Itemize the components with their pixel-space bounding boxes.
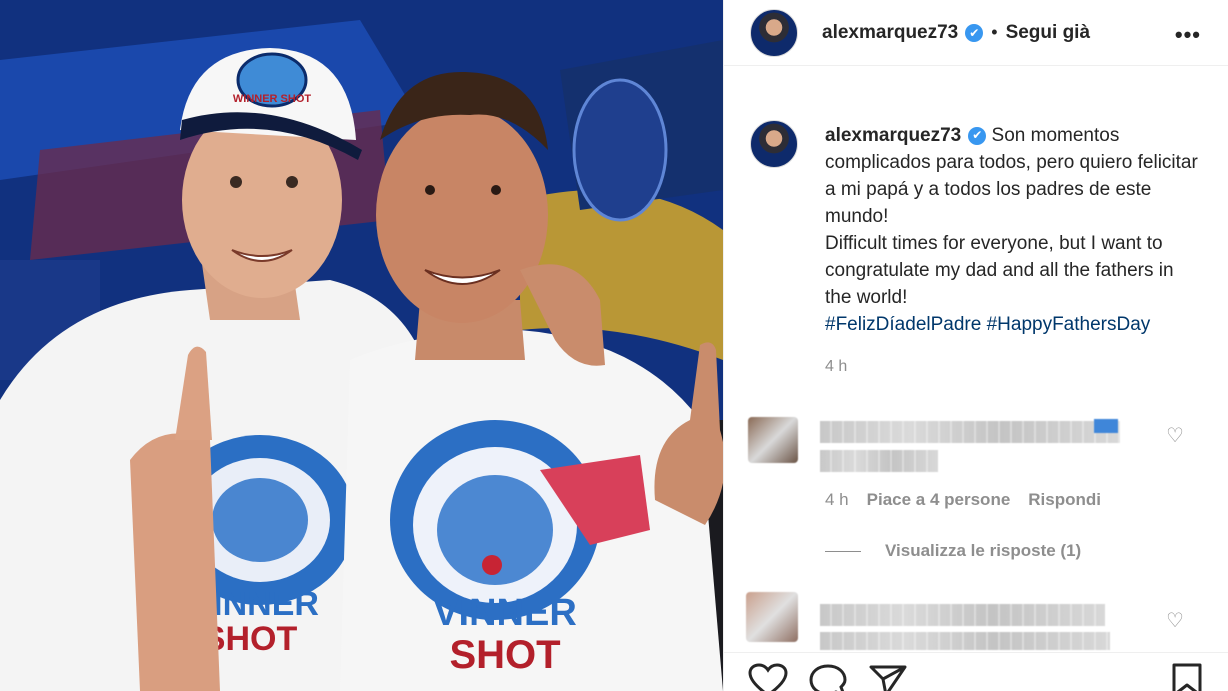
caption-hashtags[interactable]: #FelizDíadelPadre #HappyFathersDay: [825, 314, 1150, 335]
heart-icon[interactable]: [748, 663, 788, 691]
post-photo[interactable]: WINNER SHOT WINNER SHOT VINNER SHOT: [0, 0, 723, 691]
svg-text:WINNER SHOT: WINNER SHOT: [233, 93, 312, 105]
header-username[interactable]: alexmarquez73: [822, 22, 958, 44]
comment-2-like-heart-icon[interactable]: ♡: [1166, 608, 1184, 633]
follow-button[interactable]: Segui già: [1006, 22, 1090, 44]
photo-illustration: WINNER SHOT WINNER SHOT VINNER SHOT: [0, 0, 723, 691]
comment-time: 4 h: [825, 490, 849, 509]
verified-icon: ✔: [965, 23, 984, 42]
comment-2-text-blurred: [820, 604, 1105, 626]
comment-avatar-2[interactable]: [746, 592, 798, 642]
comment-like-heart-icon[interactable]: ♡: [1166, 423, 1184, 448]
more-options-icon[interactable]: •••: [1175, 22, 1201, 48]
view-replies-label[interactable]: Visualizza le risposte (1): [885, 541, 1081, 561]
caption-avatar[interactable]: [750, 120, 798, 168]
replies-line: [825, 550, 861, 552]
comment-text-blurred: [820, 421, 1120, 443]
avatar[interactable]: [750, 8, 798, 57]
comment-meta: 4 h Piace a 4 persone Rispondi: [825, 490, 1101, 510]
comment-icon[interactable]: [808, 663, 848, 691]
view-replies[interactable]: Visualizza le risposte (1): [825, 541, 1081, 561]
comment-likes[interactable]: Piace a 4 persone: [867, 490, 1011, 510]
comment-avatar[interactable]: [748, 417, 798, 463]
post-side-panel: alexmarquez73 ✔ • Segui già ••• alexmarq…: [723, 0, 1228, 691]
svg-text:SHOT: SHOT: [449, 633, 560, 677]
reply-button[interactable]: Rispondi: [1028, 490, 1101, 510]
svg-text:VINNER: VINNER: [433, 592, 577, 634]
caption-text-en: Difficult times for everyone, but I want…: [825, 233, 1174, 308]
caption-username[interactable]: alexmarquez73: [825, 125, 961, 146]
separator-dot: •: [991, 22, 998, 42]
action-bar: [724, 652, 1228, 691]
post-header: alexmarquez73 ✔ • Segui già •••: [724, 0, 1228, 66]
comment-blur-accent: [1094, 419, 1118, 433]
comment-text-blurred-2: [820, 450, 938, 472]
comment-2-text-blurred-2: [820, 632, 1110, 650]
verified-icon: ✔: [968, 126, 987, 145]
caption-text: alexmarquez73 ✔ Son momentos complicados …: [825, 122, 1205, 338]
caption-time: 4 h: [825, 358, 848, 375]
bookmark-icon[interactable]: [1170, 663, 1204, 691]
share-icon[interactable]: [868, 663, 908, 691]
